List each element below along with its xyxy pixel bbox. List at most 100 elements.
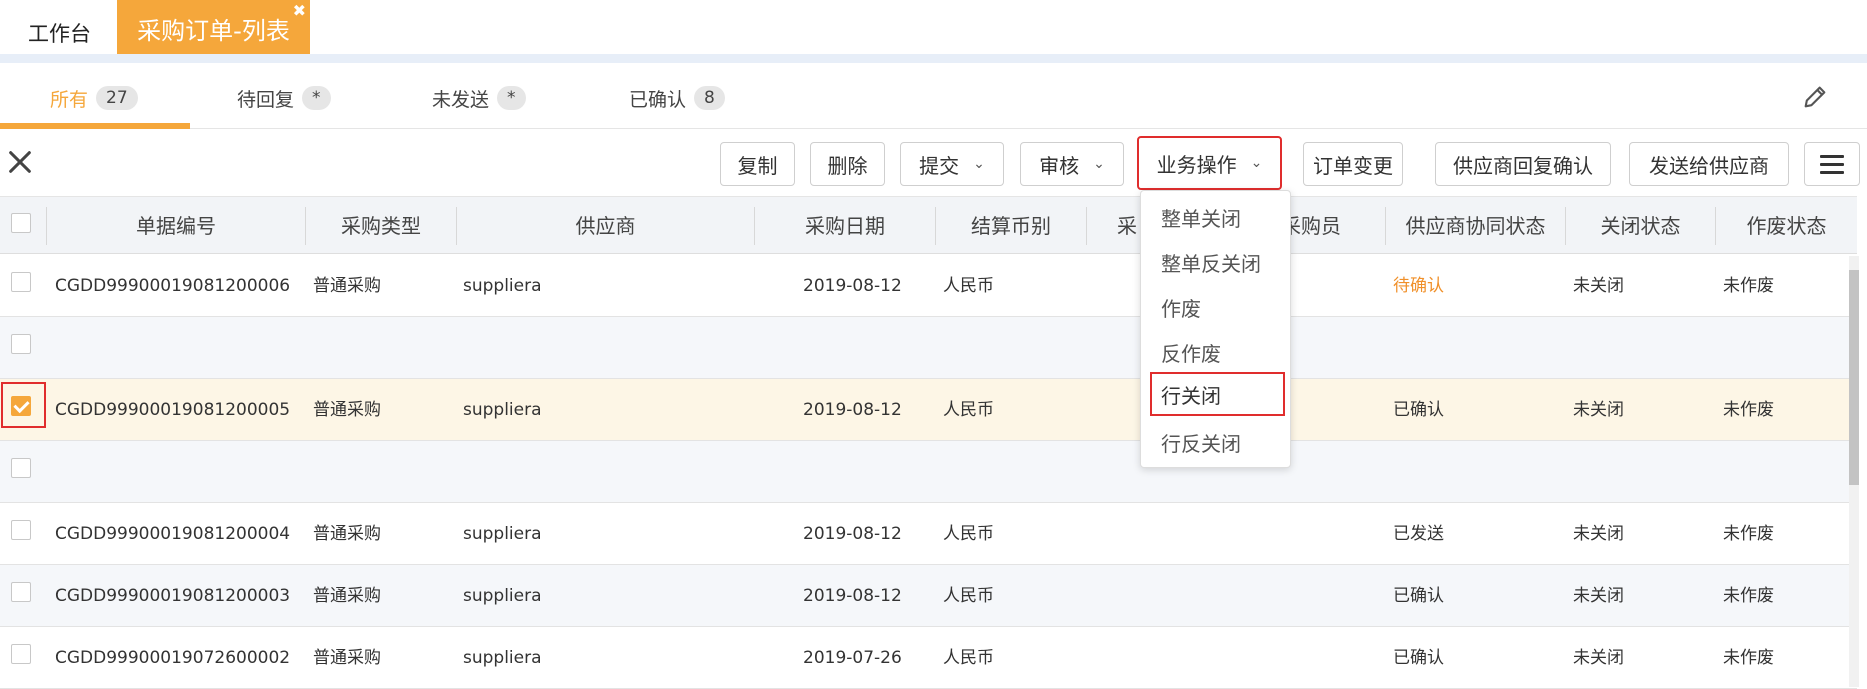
chevron-down-icon: ⌄ xyxy=(1250,155,1263,171)
order-change-button[interactable]: 订单变更 xyxy=(1303,142,1403,186)
menu-item-unvoid[interactable]: 反作废 xyxy=(1141,332,1292,376)
cell-purchase-date: 2019-08-12 xyxy=(803,400,902,420)
table-row[interactable]: CGDD99900019081200004 普通采购 suppliera 201… xyxy=(0,503,1857,565)
row-checkbox[interactable] xyxy=(11,272,31,292)
cell-currency: 人民币 xyxy=(943,586,994,606)
cell-supplier-collab-status: 已发送 xyxy=(1393,524,1444,544)
hamburger-menu-icon[interactable] xyxy=(1804,142,1860,186)
submit-dropdown-button[interactable]: 提交 ⌄ xyxy=(900,142,1004,186)
menu-item-close-line[interactable]: 行关闭 xyxy=(1150,372,1285,416)
column-header[interactable]: 供应商协同状态 xyxy=(1386,197,1565,255)
cell-close-status: 未关闭 xyxy=(1573,400,1624,420)
cell-purchase-date: 2019-08-12 xyxy=(803,524,902,544)
tab-workbench[interactable]: 工作台 xyxy=(28,18,91,48)
menu-item-void[interactable]: 作废 xyxy=(1141,287,1292,331)
cell-supplier: suppliera xyxy=(463,276,542,296)
tab-bar-divider xyxy=(0,54,1867,63)
table-row[interactable]: CGDD99900019081200003 普通采购 suppliera 201… xyxy=(0,565,1857,627)
menu-item-reopen-line[interactable]: 行反关闭 xyxy=(1141,422,1292,466)
cell-void-status: 未作废 xyxy=(1723,648,1774,668)
active-tab-underline xyxy=(0,123,190,129)
column-header[interactable]: 作废状态 xyxy=(1716,197,1857,255)
table-row[interactable]: CGDD99900019081200006 普通采购 suppliera 201… xyxy=(0,255,1857,317)
filter-tab-pending-reply[interactable]: 待回复 * xyxy=(237,85,331,111)
table-row-selected[interactable]: CGDD99900019081200005 普通采购 suppliera 201… xyxy=(0,379,1857,441)
column-header[interactable]: 采购日期 xyxy=(755,197,935,255)
column-header[interactable]: 供应商 xyxy=(457,197,754,255)
filter-tab-not-sent[interactable]: 未发送 * xyxy=(432,85,526,111)
column-header[interactable]: 单据编号 xyxy=(47,197,305,255)
cell-close-status: 未关闭 xyxy=(1573,586,1624,606)
cell-purchase-date: 2019-08-12 xyxy=(803,586,902,606)
filter-label: 已确认 xyxy=(629,88,687,111)
cell-supplier: suppliera xyxy=(463,586,542,606)
menu-item-reopen-whole-order[interactable]: 整单反关闭 xyxy=(1141,242,1292,286)
pencil-icon[interactable] xyxy=(1801,83,1829,111)
cell-order-number: CGDD99900019081200005 xyxy=(55,400,291,420)
cell-close-status: 未关闭 xyxy=(1573,648,1624,668)
delete-button[interactable]: 删除 xyxy=(810,142,885,186)
review-dropdown-button[interactable]: 审核 ⌄ xyxy=(1020,142,1124,186)
count-badge: 27 xyxy=(96,86,138,110)
cell-currency: 人民币 xyxy=(943,276,994,296)
cell-purchase-type: 普通采购 xyxy=(313,400,381,420)
cell-void-status: 未作废 xyxy=(1723,524,1774,544)
column-header[interactable]: 采购类型 xyxy=(306,197,456,255)
table-row[interactable] xyxy=(0,317,1857,379)
row-checkbox[interactable] xyxy=(11,644,31,664)
cell-supplier-collab-status: 已确认 xyxy=(1393,400,1444,420)
cell-purchase-type: 普通采购 xyxy=(313,586,381,606)
cell-void-status: 未作废 xyxy=(1723,276,1774,296)
cell-supplier: suppliera xyxy=(463,648,542,668)
supplier-reply-confirm-button[interactable]: 供应商回复确认 xyxy=(1435,142,1611,186)
action-toolbar: 复制 删除 提交 ⌄ 审核 ⌄ 业务操作 ⌄ 订单变更 供应商回复确认 发送给供… xyxy=(0,130,1867,194)
cell-currency: 人民币 xyxy=(943,400,994,420)
menu-item-close-whole-order[interactable]: 整单关闭 xyxy=(1141,197,1292,241)
tab-purchase-order-list-label: 采购订单-列表 xyxy=(137,17,290,45)
count-badge: * xyxy=(302,86,331,110)
cell-close-status: 未关闭 xyxy=(1573,524,1624,544)
cell-order-number: CGDD99900019081200004 xyxy=(55,524,291,544)
cell-close-status: 未关闭 xyxy=(1573,276,1624,296)
row-checkbox[interactable] xyxy=(11,520,31,540)
tab-close-icon[interactable]: ✖ xyxy=(293,0,306,22)
review-label: 审核 xyxy=(1039,153,1080,178)
row-checkbox[interactable] xyxy=(11,458,31,478)
select-all-checkbox[interactable] xyxy=(11,213,31,233)
business-operations-dropdown-button[interactable]: 业务操作 ⌄ xyxy=(1137,136,1282,190)
send-to-supplier-button[interactable]: 发送给供应商 xyxy=(1629,142,1789,186)
table-row[interactable]: CGDD99900019072600002 普通采购 suppliera 201… xyxy=(0,627,1857,689)
filter-tab-confirmed[interactable]: 已确认 8 xyxy=(629,85,725,111)
checkbox-highlight-box xyxy=(1,382,46,428)
close-icon[interactable] xyxy=(6,148,34,176)
column-header[interactable]: 关闭状态 xyxy=(1566,197,1715,255)
chevron-down-icon: ⌄ xyxy=(1093,156,1105,172)
cell-purchase-type: 普通采购 xyxy=(313,276,381,296)
cell-purchase-date: 2019-08-12 xyxy=(803,276,902,296)
filter-tab-all[interactable]: 所有 27 xyxy=(50,85,138,111)
business-operations-menu: 整单关闭 整单反关闭 作废 反作废 行关闭 行反关闭 xyxy=(1140,190,1291,468)
cell-order-number: CGDD99900019072600002 xyxy=(55,648,291,668)
business-operations-label: 业务操作 xyxy=(1156,152,1237,177)
row-checkbox[interactable] xyxy=(11,582,31,602)
chevron-down-icon: ⌄ xyxy=(973,156,985,172)
vertical-scrollbar-thumb[interactable] xyxy=(1849,270,1859,485)
row-checkbox[interactable] xyxy=(11,334,31,354)
count-badge: * xyxy=(497,86,526,110)
table-row[interactable] xyxy=(0,441,1857,503)
cell-order-number: CGDD99900019081200003 xyxy=(55,586,291,606)
copy-button[interactable]: 复制 xyxy=(720,142,795,186)
submit-label: 提交 xyxy=(919,153,960,178)
status-filter-tabs: 所有 27 待回复 * 未发送 * 已确认 8 xyxy=(0,63,1867,129)
cell-supplier: suppliera xyxy=(463,524,542,544)
cell-order-number: CGDD99900019081200006 xyxy=(55,276,291,296)
cell-supplier-collab-status: 已确认 xyxy=(1393,586,1444,606)
column-header[interactable]: 结算币别 xyxy=(936,197,1086,255)
tab-purchase-order-list[interactable]: 采购订单-列表 ✖ xyxy=(117,0,310,54)
cell-purchase-type: 普通采购 xyxy=(313,648,381,668)
cell-currency: 人民币 xyxy=(943,648,994,668)
filter-label: 所有 xyxy=(50,88,89,111)
cell-supplier: suppliera xyxy=(463,400,542,420)
cell-currency: 人民币 xyxy=(943,524,994,544)
cell-void-status: 未作废 xyxy=(1723,400,1774,420)
